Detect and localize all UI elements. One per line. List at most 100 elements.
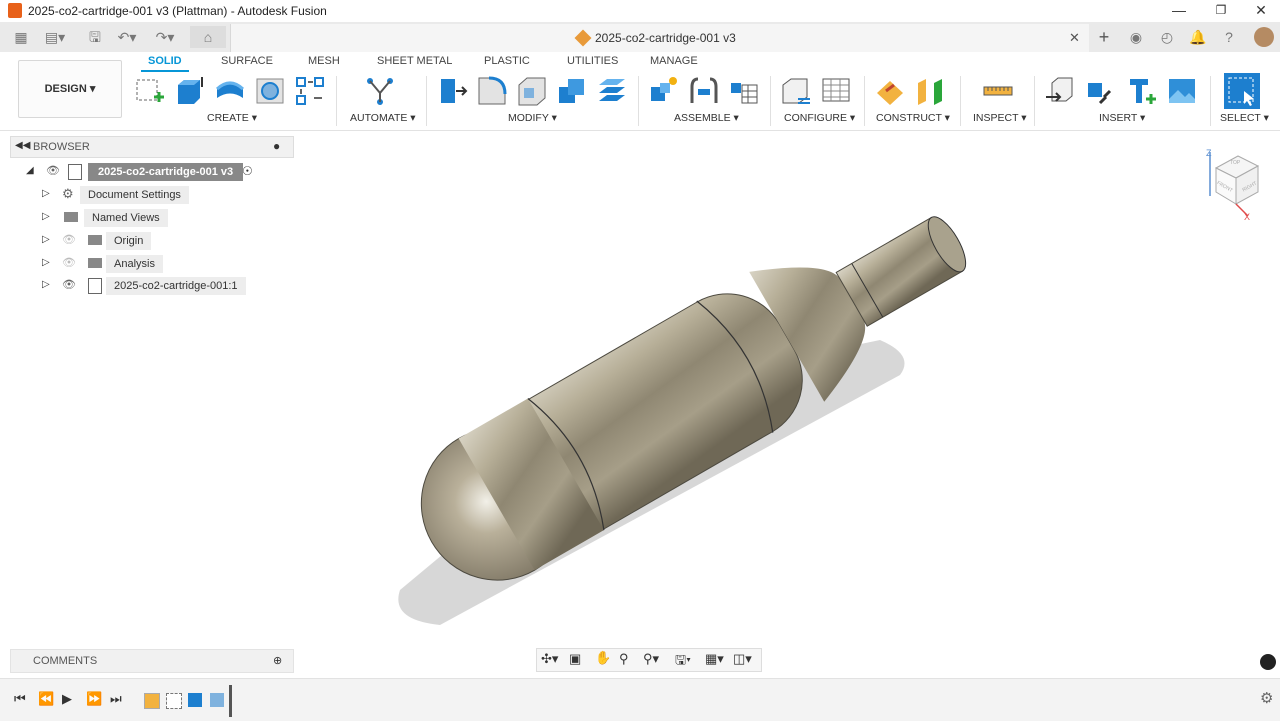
- activate-radio-icon[interactable]: ☉: [242, 164, 253, 178]
- group-configure[interactable]: CONFIGURE ▾: [784, 112, 855, 124]
- combine-icon[interactable]: [556, 75, 588, 107]
- zoom-icon[interactable]: ⚲: [619, 651, 629, 667]
- press-pull-icon[interactable]: [436, 75, 468, 107]
- insert-mcmaster-icon[interactable]: [1126, 75, 1158, 107]
- browser-item-component[interactable]: ▷ 👁 2025-co2-cartridge-001:1: [40, 277, 250, 297]
- grid-settings-icon[interactable]: ▦▾: [705, 651, 724, 667]
- comments-panel[interactable]: COMMENTS ⊕: [10, 649, 294, 673]
- orbit-icon[interactable]: ✣▾: [541, 651, 558, 667]
- expand-triangle-icon[interactable]: ▷: [42, 234, 50, 245]
- expand-triangle-icon[interactable]: ▷: [42, 188, 50, 199]
- group-construct[interactable]: CONSTRUCT ▾: [876, 112, 950, 124]
- document-tab[interactable]: 2025-co2-cartridge-001 v3 ✕: [230, 24, 1089, 52]
- close-window-button[interactable]: ✕: [1238, 0, 1280, 22]
- close-tab-icon[interactable]: ✕: [1069, 30, 1080, 46]
- offset-plane-icon[interactable]: [874, 75, 906, 107]
- notifications-bell-icon[interactable]: 🔔: [1187, 26, 1209, 48]
- expand-triangle-icon[interactable]: ▷: [42, 211, 50, 222]
- viewcube-top-face[interactable]: TOP: [1230, 160, 1240, 166]
- select-icon[interactable]: [1224, 73, 1260, 109]
- timeline-feature-component[interactable]: [144, 693, 160, 709]
- collapse-triangle-icon[interactable]: ◢: [26, 165, 34, 176]
- visibility-eye-icon[interactable]: 👁: [62, 278, 76, 291]
- look-at-icon[interactable]: ▣: [569, 651, 581, 667]
- new-tab-plus-icon[interactable]: +: [1093, 26, 1115, 48]
- viewcube-graphic[interactable]: [1204, 146, 1270, 222]
- step-back-icon[interactable]: ⏪: [38, 691, 54, 707]
- text-commands-icon[interactable]: [1260, 654, 1276, 670]
- collapse-panel-icon[interactable]: ◀◀: [15, 140, 30, 151]
- display-settings-icon[interactable]: 🖫▾: [675, 651, 691, 673]
- hidden-eye-icon[interactable]: 👁: [62, 256, 76, 269]
- avatar[interactable]: [1254, 27, 1274, 47]
- browser-root-row[interactable]: ◢ 👁 2025-co2-cartridge-001 v3 ☉: [24, 163, 264, 183]
- offset-face-icon[interactable]: [596, 75, 628, 107]
- group-automate[interactable]: AUTOMATE ▾: [350, 112, 416, 124]
- file-menu-icon[interactable]: ▤▾: [44, 26, 66, 48]
- home-icon[interactable]: ⌂: [190, 26, 226, 48]
- bill-of-materials-icon[interactable]: [728, 75, 760, 107]
- visibility-eye-icon[interactable]: 👁: [46, 164, 60, 177]
- timeline-marker[interactable]: [229, 685, 232, 717]
- create-sketch-icon[interactable]: [134, 75, 166, 107]
- viewcube[interactable]: Z X TOP FRONT RIGHT: [1204, 146, 1270, 222]
- tab-plastic[interactable]: PLASTIC: [484, 55, 530, 67]
- data-panel-grid-icon[interactable]: ▦: [10, 26, 32, 48]
- fit-icon[interactable]: ⚲▾: [643, 651, 659, 667]
- fillet-icon[interactable]: [476, 75, 508, 107]
- hole-icon[interactable]: [254, 75, 286, 107]
- browser-item-origin[interactable]: ▷ 👁 Origin: [40, 232, 240, 252]
- midplane-icon[interactable]: [914, 75, 946, 107]
- browser-item-document-settings[interactable]: ▷ ⚙ Document Settings: [40, 186, 240, 206]
- save-icon[interactable]: 🖫: [84, 26, 106, 48]
- tab-sheet-metal[interactable]: SHEET METAL: [377, 55, 452, 67]
- tab-mesh[interactable]: MESH: [308, 55, 340, 67]
- viewports-icon[interactable]: ◫▾: [733, 651, 752, 667]
- extrude-icon[interactable]: [174, 75, 206, 107]
- browser-item-named-views[interactable]: ▷ Named Views: [40, 209, 240, 229]
- play-icon[interactable]: ▶: [62, 691, 72, 707]
- hidden-eye-icon[interactable]: 👁: [62, 233, 76, 246]
- browser-minimize-icon[interactable]: ●: [273, 139, 280, 153]
- timeline-feature-revolve[interactable]: [188, 693, 202, 707]
- tab-solid[interactable]: SOLID: [148, 55, 182, 67]
- extensions-icon[interactable]: ◉: [1125, 26, 1147, 48]
- group-select[interactable]: SELECT ▾: [1220, 112, 1269, 124]
- tab-manage[interactable]: MANAGE: [650, 55, 698, 67]
- minimize-button[interactable]: —: [1156, 0, 1202, 22]
- shell-icon[interactable]: [516, 75, 548, 107]
- insert-link-icon[interactable]: [1086, 75, 1118, 107]
- pan-hand-icon[interactable]: ✋: [595, 650, 611, 666]
- step-forward-icon[interactable]: ⏩: [86, 691, 102, 707]
- job-status-icon[interactable]: ◴: [1156, 26, 1178, 48]
- go-to-end-icon[interactable]: ⏭: [110, 691, 122, 707]
- timeline-feature-sketch[interactable]: [166, 693, 182, 709]
- configuration-table-icon[interactable]: [820, 75, 852, 107]
- joint-icon[interactable]: [688, 75, 720, 107]
- group-insert[interactable]: INSERT ▾: [1099, 112, 1145, 124]
- workspace-switcher[interactable]: DESIGN ▾: [18, 60, 122, 118]
- timeline-settings-gear-icon[interactable]: ⚙: [1260, 689, 1273, 707]
- browser-item-analysis[interactable]: ▷ 👁 Analysis: [40, 255, 240, 275]
- go-to-start-icon[interactable]: ⏮: [14, 691, 26, 707]
- new-component-icon[interactable]: [648, 75, 680, 107]
- tab-utilities[interactable]: UTILITIES: [567, 55, 618, 67]
- automate-icon[interactable]: [364, 75, 396, 107]
- undo-icon[interactable]: ↶▾: [116, 26, 138, 48]
- pattern-icon[interactable]: [294, 75, 326, 107]
- group-inspect[interactable]: INSPECT ▾: [973, 112, 1027, 124]
- expand-triangle-icon[interactable]: ▷: [42, 257, 50, 268]
- insert-derive-icon[interactable]: [1044, 75, 1076, 107]
- measure-icon[interactable]: [982, 75, 1014, 107]
- insert-canvas-icon[interactable]: [1166, 75, 1198, 107]
- timeline-feature-fillet[interactable]: [210, 693, 224, 707]
- configure-icon[interactable]: [780, 75, 812, 107]
- redo-icon[interactable]: ↷▾: [154, 26, 176, 48]
- group-assemble[interactable]: ASSEMBLE ▾: [674, 112, 739, 124]
- revolve-icon[interactable]: [214, 75, 246, 107]
- add-comment-icon[interactable]: ⊕: [273, 654, 282, 667]
- group-modify[interactable]: MODIFY ▾: [508, 112, 557, 124]
- browser-panel-header[interactable]: ◀◀ BROWSER ●: [10, 136, 294, 158]
- help-icon[interactable]: ?: [1218, 26, 1240, 48]
- expand-triangle-icon[interactable]: ▷: [42, 279, 50, 290]
